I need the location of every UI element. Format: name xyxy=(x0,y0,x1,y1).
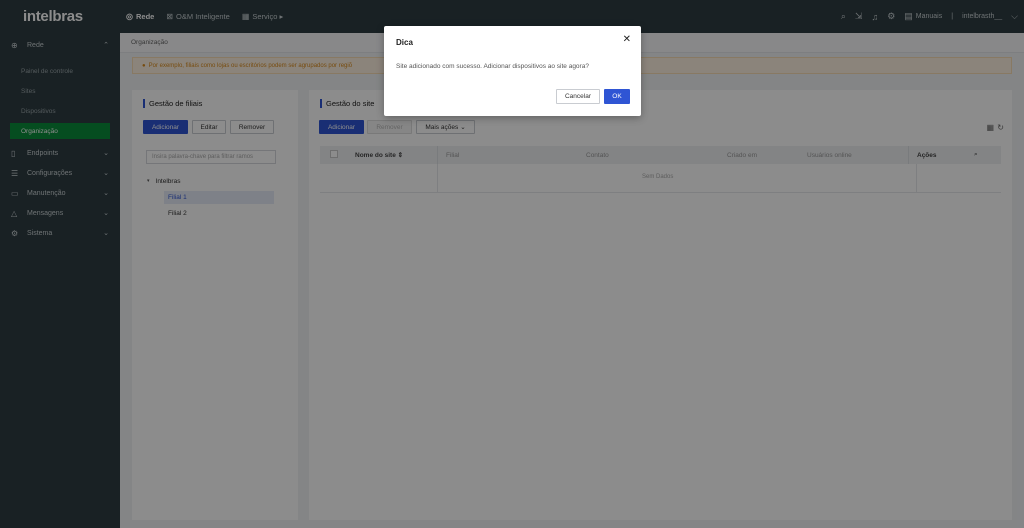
dialog-message: Site adicionado com sucesso. Adicionar d… xyxy=(396,63,589,70)
confirm-dialog: Dica ✕ Site adicionado com sucesso. Adic… xyxy=(384,26,641,116)
cancel-button[interactable]: Cancelar xyxy=(556,89,600,104)
ok-button[interactable]: OK xyxy=(604,89,630,104)
close-icon[interactable]: ✕ xyxy=(623,34,631,45)
dialog-title: Dica xyxy=(396,38,413,47)
